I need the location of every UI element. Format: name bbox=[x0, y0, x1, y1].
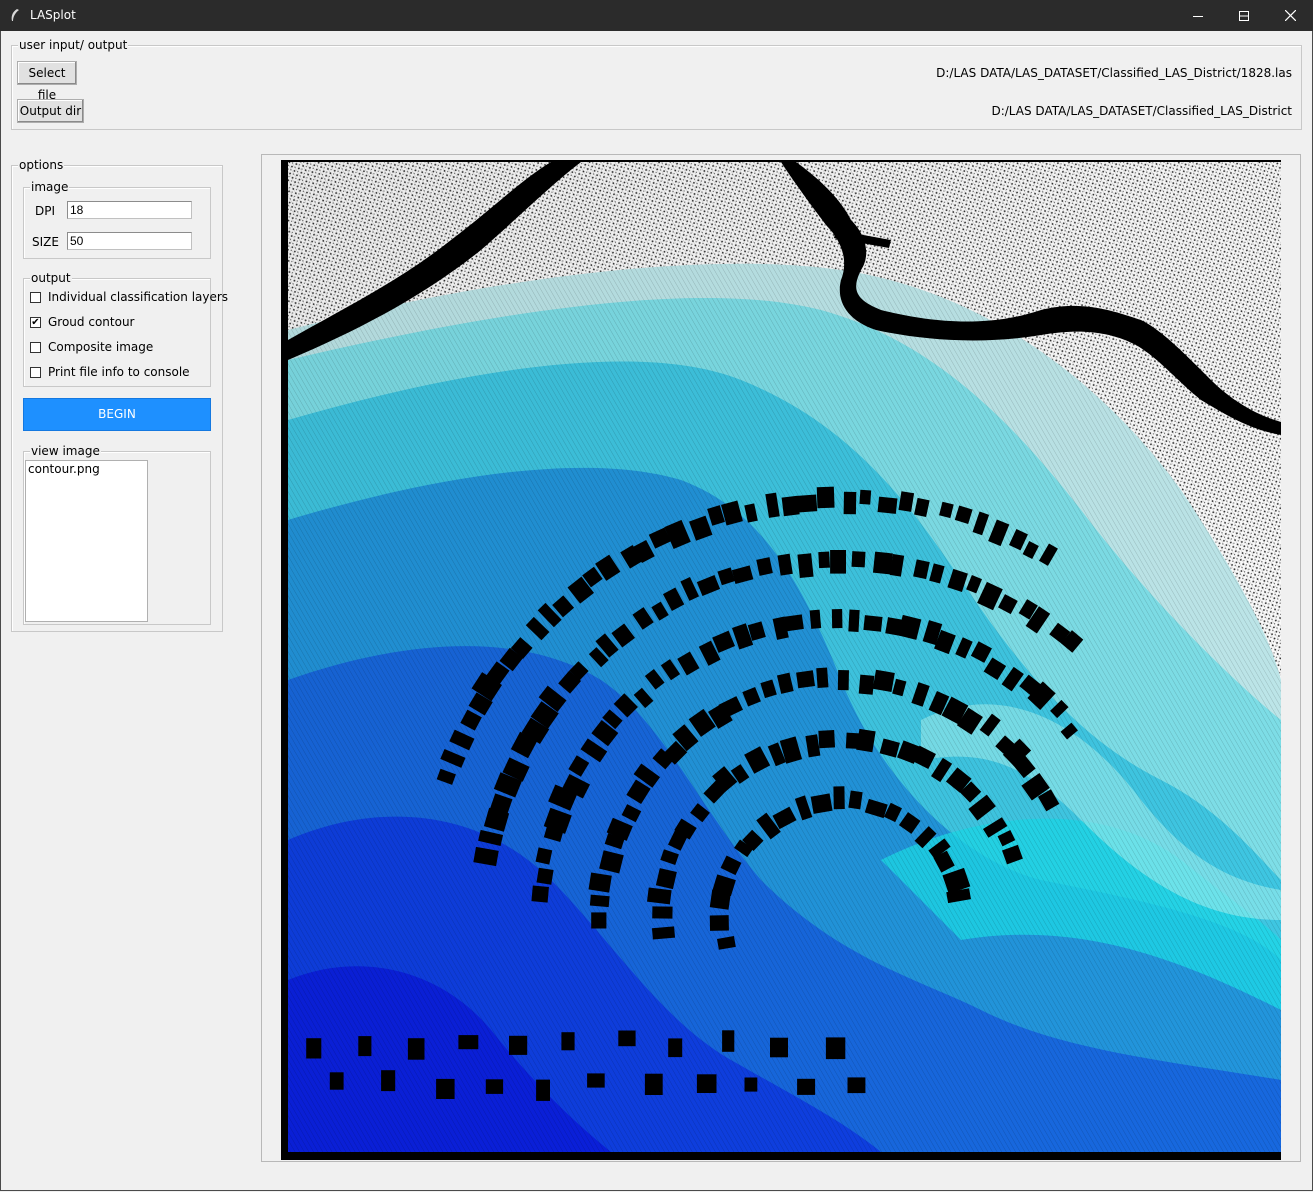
output-option-label[interactable]: Composite image bbox=[48, 340, 153, 354]
select-file-button[interactable]: Select file bbox=[17, 61, 77, 102]
building-footprint bbox=[797, 1078, 816, 1095]
dpi-label: DPI bbox=[35, 204, 56, 218]
building-footprint bbox=[536, 1079, 550, 1101]
building-footprint bbox=[536, 867, 554, 885]
building-footprint bbox=[796, 670, 816, 689]
minimize-button[interactable] bbox=[1175, 0, 1221, 31]
building-footprint bbox=[847, 1077, 866, 1094]
input-file-path: D:/LAS DATA/LAS_DATASET/Classified_LAS_D… bbox=[936, 66, 1292, 80]
maximize-button[interactable] bbox=[1221, 0, 1267, 31]
building-footprint bbox=[809, 609, 822, 629]
building-footprint bbox=[587, 1073, 605, 1088]
size-label: SIZE bbox=[32, 235, 59, 249]
output-dir-button[interactable]: Output dir bbox=[17, 99, 84, 123]
output-option-checkbox[interactable] bbox=[30, 367, 41, 378]
building-footprint bbox=[407, 1038, 425, 1060]
building-footprint bbox=[485, 1079, 504, 1094]
building-footprint bbox=[651, 926, 676, 940]
dpi-input[interactable] bbox=[67, 201, 192, 219]
building-footprint bbox=[843, 491, 857, 515]
building-footprint bbox=[696, 1074, 717, 1093]
building-footprint bbox=[781, 495, 800, 517]
building-footprint bbox=[825, 1037, 846, 1060]
building-footprint bbox=[647, 887, 672, 905]
feather-icon bbox=[11, 9, 19, 21]
building-footprint bbox=[744, 1077, 758, 1092]
building-footprint bbox=[877, 496, 898, 514]
building-footprint bbox=[848, 790, 863, 810]
building-footprint bbox=[535, 847, 553, 865]
building-footprint bbox=[561, 1032, 575, 1051]
output-option-checkbox[interactable]: ✔ bbox=[30, 317, 41, 328]
window-title: LASplot bbox=[30, 8, 76, 22]
close-button[interactable] bbox=[1267, 0, 1313, 31]
options-legend: options bbox=[18, 158, 65, 172]
building-footprint bbox=[837, 670, 849, 691]
building-footprint bbox=[381, 1070, 396, 1092]
output-option-checkbox[interactable] bbox=[30, 292, 41, 303]
building-footprint bbox=[358, 1036, 372, 1057]
minimize-icon bbox=[1193, 15, 1203, 17]
building-footprint bbox=[830, 550, 846, 574]
building-footprint bbox=[652, 906, 673, 919]
building-footprint bbox=[818, 729, 836, 749]
building-footprint bbox=[770, 1037, 788, 1058]
building-footprint bbox=[851, 551, 866, 568]
building-footprint bbox=[833, 786, 845, 810]
io-group-legend: user input/ output bbox=[18, 38, 129, 52]
building-footprint bbox=[872, 669, 895, 693]
view-image-legend: view image bbox=[30, 444, 101, 458]
image-legend: image bbox=[30, 180, 70, 194]
building-footprint bbox=[858, 674, 875, 695]
building-footprint bbox=[872, 551, 893, 575]
begin-button[interactable]: BEGIN bbox=[23, 398, 211, 431]
building-footprint bbox=[722, 1030, 735, 1052]
building-footprint bbox=[797, 553, 814, 579]
size-input[interactable] bbox=[67, 232, 192, 250]
building-footprint bbox=[668, 1038, 683, 1058]
output-option-label[interactable]: Individual classification layers bbox=[48, 290, 228, 304]
output-option-label[interactable]: Print file info to console bbox=[48, 365, 190, 379]
output-dir-path: D:/LAS DATA/LAS_DATASET/Classified_LAS_D… bbox=[991, 104, 1292, 118]
building-footprint bbox=[816, 486, 835, 509]
image-file-list[interactable]: contour.png bbox=[25, 460, 148, 622]
building-footprint bbox=[618, 1030, 636, 1047]
building-footprint bbox=[306, 1038, 322, 1059]
building-footprint bbox=[863, 615, 883, 632]
building-footprint bbox=[509, 1035, 528, 1055]
building-footprint bbox=[810, 793, 833, 814]
building-footprint bbox=[329, 1072, 344, 1090]
building-footprint bbox=[859, 489, 872, 505]
building-footprint bbox=[818, 551, 831, 569]
building-footprint bbox=[591, 912, 607, 929]
building-footprint bbox=[848, 609, 860, 632]
building-footprint bbox=[588, 872, 612, 893]
building-footprint bbox=[458, 1035, 479, 1050]
image-file-item[interactable]: contour.png bbox=[26, 461, 147, 477]
building-footprint bbox=[531, 885, 549, 903]
title-bar: LASplot bbox=[0, 0, 1313, 31]
building-footprint bbox=[797, 494, 818, 513]
building-footprint bbox=[589, 894, 610, 908]
building-footprint bbox=[709, 915, 729, 931]
contour-bands bbox=[288, 162, 1281, 1153]
output-option-label[interactable]: Groud contour bbox=[48, 315, 134, 329]
building-footprint bbox=[831, 609, 843, 629]
output-option-checkbox[interactable] bbox=[30, 342, 41, 353]
building-footprint bbox=[816, 667, 829, 689]
building-footprint bbox=[644, 1073, 663, 1095]
maximize-icon bbox=[1239, 10, 1249, 21]
contour-image[interactable] bbox=[281, 160, 1281, 1160]
output-legend: output bbox=[30, 271, 72, 285]
building-footprint bbox=[856, 728, 876, 753]
close-icon bbox=[1284, 10, 1296, 21]
building-footprint bbox=[784, 614, 804, 632]
building-footprint bbox=[436, 1078, 455, 1099]
